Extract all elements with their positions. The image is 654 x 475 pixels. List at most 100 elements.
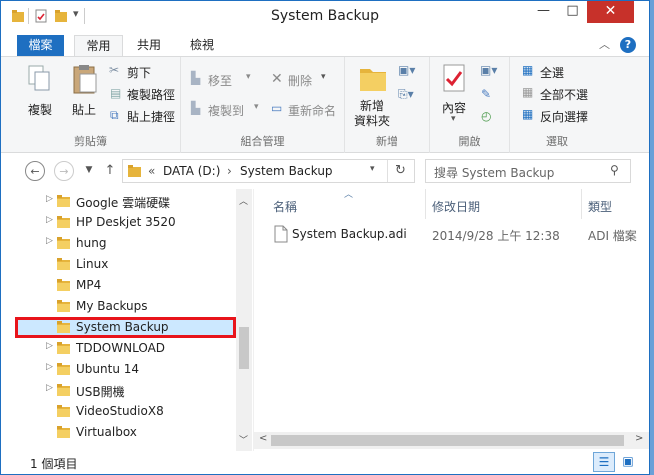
overflow-breadcrumb[interactable]: « <box>148 164 155 178</box>
new-item-icon[interactable]: ▣▾ <box>398 63 415 77</box>
properties-button[interactable]: 內容 ▾ <box>436 61 472 127</box>
address-dropdown-icon[interactable]: ▾ <box>370 164 375 174</box>
file-list: ︿ 名稱 修改日期 類型 System Backup.adi 2014/9/28 … <box>253 189 649 451</box>
tree-item[interactable]: ▷ TDDOWNLOAD <box>1 338 235 359</box>
tree-item-label: MP4 <box>76 278 102 292</box>
column-header-name[interactable]: 名稱 <box>273 198 297 215</box>
folder-icon <box>57 237 70 249</box>
scrollbar-thumb[interactable] <box>271 435 624 446</box>
copy-path-icon: ▤ <box>110 86 122 100</box>
tree-item[interactable]: Linux <box>1 254 235 275</box>
navigation-bar: ← → ▼ ↑ « DATA (D:) › System Backup ▾ ↻ … <box>1 153 649 189</box>
tree-item[interactable]: ▷ hung <box>1 233 235 254</box>
tree-item[interactable]: ▷ HP Deskjet 3520 <box>1 212 235 233</box>
copy-button[interactable]: 複製 <box>18 61 60 125</box>
file-type: ADI 檔案 <box>588 229 637 243</box>
tab-home[interactable]: 常用 <box>74 35 123 56</box>
select-all-button[interactable]: ▦ 全選 <box>522 63 602 81</box>
navigation-pane: ▷ Google 雲端硬碟 ▷ HP Deskjet 3520 ▷ hung Linux MP… <box>1 189 252 451</box>
edit-icon[interactable]: ✎ <box>481 87 491 101</box>
scroll-left-icon[interactable]: < <box>259 433 267 444</box>
rename-button[interactable]: ▭ 重新命名 <box>271 101 345 119</box>
folder-icon <box>57 426 70 438</box>
copy-to-button[interactable]: ▙ 複製到 ▾ <box>191 101 265 119</box>
refresh-icon[interactable]: ↻ <box>395 163 406 178</box>
move-to-icon: ▙ <box>191 71 201 85</box>
search-box[interactable]: 搜尋 System Backup ⚲ <box>425 159 631 183</box>
tree-item[interactable]: ▷ USB開機 <box>1 380 235 401</box>
tree-item[interactable]: System Backup <box>15 317 236 338</box>
large-icons-view-button[interactable]: ▣ <box>617 452 639 472</box>
collapse-ribbon-icon[interactable]: ︿ <box>599 36 610 52</box>
minimize-button[interactable]: — <box>529 1 558 23</box>
breadcrumb-drive[interactable]: DATA (D:) <box>163 164 220 178</box>
column-header-date[interactable]: 修改日期 <box>432 198 480 215</box>
search-icon[interactable]: ⚲ <box>610 163 619 177</box>
tree-item[interactable]: My Backups <box>1 296 235 317</box>
select-none-button[interactable]: ▦ 全部不選 <box>522 85 602 103</box>
tree-item[interactable]: Virtualbox <box>1 422 235 443</box>
clipboard-group: 複製 貼上 ✂ 剪下 ▤ 複製路徑 ⧉ 貼上捷徑 剪貼簿 <box>1 57 181 153</box>
paste-shortcut-button[interactable]: ⧉ 貼上捷徑 <box>109 107 181 125</box>
tree-item[interactable]: ▷ Google 雲端硬碟 <box>1 191 235 212</box>
folder-icon <box>57 195 70 207</box>
tree-item-label: Google 雲端硬碟 <box>76 196 171 210</box>
file-icon <box>274 225 288 243</box>
close-button[interactable]: ✕ <box>587 1 634 23</box>
tree-item[interactable]: MP4 <box>1 275 235 296</box>
scrollbar-thumb[interactable] <box>239 327 249 369</box>
scroll-right-icon[interactable]: > <box>635 433 643 444</box>
invert-selection-button[interactable]: ▦ 反向選擇 <box>522 107 602 125</box>
file-row[interactable]: System Backup.adi 2014/9/28 上午 12:38 ADI 檔… <box>254 225 649 247</box>
history-icon[interactable]: ◴ <box>481 109 491 123</box>
open-icon[interactable]: ▣▾ <box>480 63 497 77</box>
expand-arrow-icon[interactable]: ▷ <box>46 383 53 393</box>
new-folder-button[interactable]: 新增 資料夾 <box>353 59 395 129</box>
tree-item-label: Ubuntu 14 <box>76 362 140 376</box>
delete-button[interactable]: ✕ 刪除 ▾ <box>271 71 337 89</box>
tree-item[interactable]: VideoStudioX8 <box>1 401 235 422</box>
sort-ascending-icon: ︿ <box>344 190 354 200</box>
paste-icon <box>73 65 97 94</box>
folder-icon <box>128 165 141 177</box>
easy-access-icon[interactable]: ⎘▾ <box>398 87 414 102</box>
tree-item-label: System Backup <box>76 320 169 334</box>
address-bar[interactable]: « DATA (D:) › System Backup ▾ ↻ <box>122 159 415 183</box>
expand-arrow-icon[interactable]: ▷ <box>46 194 53 204</box>
column-header-type[interactable]: 類型 <box>588 198 612 215</box>
expand-arrow-icon[interactable]: ▷ <box>46 236 53 246</box>
expand-arrow-icon[interactable]: ▷ <box>46 362 53 372</box>
back-button[interactable]: ← <box>25 161 45 181</box>
copy-to-icon: ▙ <box>191 101 201 115</box>
file-list-horizontal-scrollbar[interactable]: < > <box>254 432 649 449</box>
breadcrumb-folder[interactable]: System Backup <box>240 164 333 178</box>
expand-arrow-icon[interactable]: ▷ <box>46 341 53 351</box>
clipboard-group-label: 剪貼簿 <box>74 135 107 148</box>
open-group-label: 開啟 <box>458 135 481 148</box>
rename-icon: ▭ <box>271 101 283 115</box>
tree-item-label: VideoStudioX8 <box>76 404 164 418</box>
tab-share[interactable]: 共用 <box>127 35 171 56</box>
scroll-up-icon[interactable]: ︿ <box>239 194 248 207</box>
maximize-button[interactable]: □ <box>558 1 587 23</box>
tree-item-label: Linux <box>76 257 109 271</box>
tab-file[interactable]: 檔案 <box>17 35 64 56</box>
navigation-pane-scrollbar[interactable]: ︿ ﹀ <box>236 189 252 451</box>
copy-path-button[interactable]: ▤ 複製路徑 <box>109 85 181 103</box>
move-to-button[interactable]: ▙ 移至 ▾ <box>191 71 265 89</box>
folder-icon <box>57 279 70 291</box>
help-icon[interactable]: ? <box>620 37 636 53</box>
paste-button[interactable]: 貼上 <box>65 61 105 125</box>
cut-button[interactable]: ✂ 剪下 <box>109 63 177 81</box>
tab-view[interactable]: 檢視 <box>179 35 225 56</box>
search-input[interactable]: 搜尋 System Backup <box>434 164 554 181</box>
tree-item-label: hung <box>76 236 107 250</box>
select-group: ▦ 全選 ▦ 全部不選 ▦ 反向選擇 選取 <box>510 57 604 153</box>
scroll-down-icon[interactable]: ﹀ <box>239 433 248 446</box>
recent-locations-button[interactable]: ▼ <box>79 161 99 181</box>
up-button[interactable]: ↑ <box>100 161 120 181</box>
details-view-button[interactable]: ☰ <box>593 452 615 472</box>
forward-button[interactable]: → <box>54 161 74 181</box>
expand-arrow-icon[interactable]: ▷ <box>46 215 53 225</box>
tree-item[interactable]: ▷ Ubuntu 14 <box>1 359 235 380</box>
